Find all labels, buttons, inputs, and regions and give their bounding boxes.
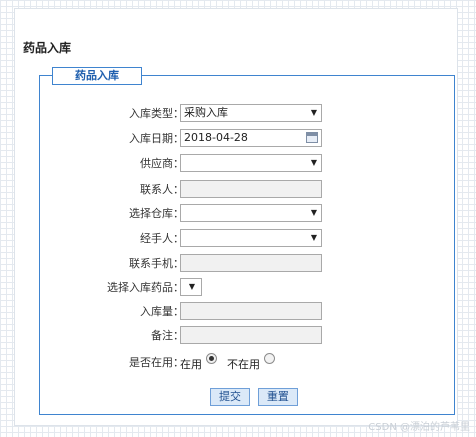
row-supplier: 供应商： ▼ [40,154,456,174]
stock-in-type-select[interactable]: 采购入库 ▼ [180,104,322,122]
stock-in-date-value: 2018-04-28 [184,131,248,144]
supplier-label: 供应商： [140,157,184,170]
chevron-down-icon: ▼ [310,158,317,167]
submit-button[interactable]: 提交 [210,388,250,406]
enabled-label: 是否在用： [129,356,184,369]
drug-select[interactable]: ▼ [180,278,202,296]
reset-button[interactable]: 重置 [257,388,298,406]
row-phone: 联系手机： [40,254,456,274]
contact-label: 联系人： [140,183,184,196]
phone-field[interactable] [180,254,322,272]
quantity-field[interactable] [180,302,322,320]
chevron-down-icon: ▼ [188,282,195,291]
contact-field[interactable] [180,180,322,198]
row-handler: 经手人： ▼ [40,229,456,249]
stock-in-date-label: 入库日期： [129,132,184,145]
enabled-yes-radio[interactable] [205,353,217,364]
handler-select[interactable]: ▼ [180,229,322,247]
stock-in-type-value: 采购入库 [184,106,228,119]
row-stock-in-type: 入库类型： 采购入库 ▼ [40,104,456,124]
chevron-down-icon: ▼ [310,208,317,217]
row-drug: 选择入库药品： ▼ [40,278,456,298]
phone-label: 联系手机： [129,257,184,270]
row-contact: 联系人： [40,180,456,200]
quantity-label: 入库量： [140,305,184,318]
chevron-down-icon: ▼ [310,108,317,117]
chevron-down-icon: ▼ [310,233,317,242]
enabled-no-radio[interactable] [263,353,275,364]
drug-label: 选择入库药品： [107,281,184,294]
enabled-yes-label: 在用 [180,358,202,371]
calendar-icon[interactable] [306,132,318,143]
row-quantity: 入库量： [40,302,456,322]
warehouse-select[interactable]: ▼ [180,204,322,222]
page-title: 药品入库 [23,41,72,55]
handler-label: 经手人： [140,232,184,245]
row-remark: 备注： [40,326,456,346]
stock-in-type-label: 入库类型： [129,107,184,120]
row-warehouse: 选择仓库： ▼ [40,204,456,224]
enabled-no-label: 不在用 [227,358,260,371]
supplier-select[interactable]: ▼ [180,154,322,172]
warehouse-label: 选择仓库： [129,207,184,220]
form-legend: 药品入库 [52,67,142,85]
form-actions: 提交 重置 [210,388,302,406]
row-stock-in-date: 入库日期： 2018-04-28 [40,129,456,149]
enabled-radio-group: 在用 不在用 [180,353,275,371]
content-panel: 药品入库 药品入库 入库类型： 采购入库 ▼ 入库日期： 2018-04-28 … [14,8,458,426]
watermark: CSDN @漂泊的芦苇里 [368,422,470,433]
stock-in-date-input[interactable]: 2018-04-28 [180,129,322,147]
form-fieldset: 药品入库 入库类型： 采购入库 ▼ 入库日期： 2018-04-28 供应商： … [39,67,456,415]
remark-field[interactable] [180,326,322,344]
row-enabled: 是否在用： 在用 不在用 [40,353,456,373]
